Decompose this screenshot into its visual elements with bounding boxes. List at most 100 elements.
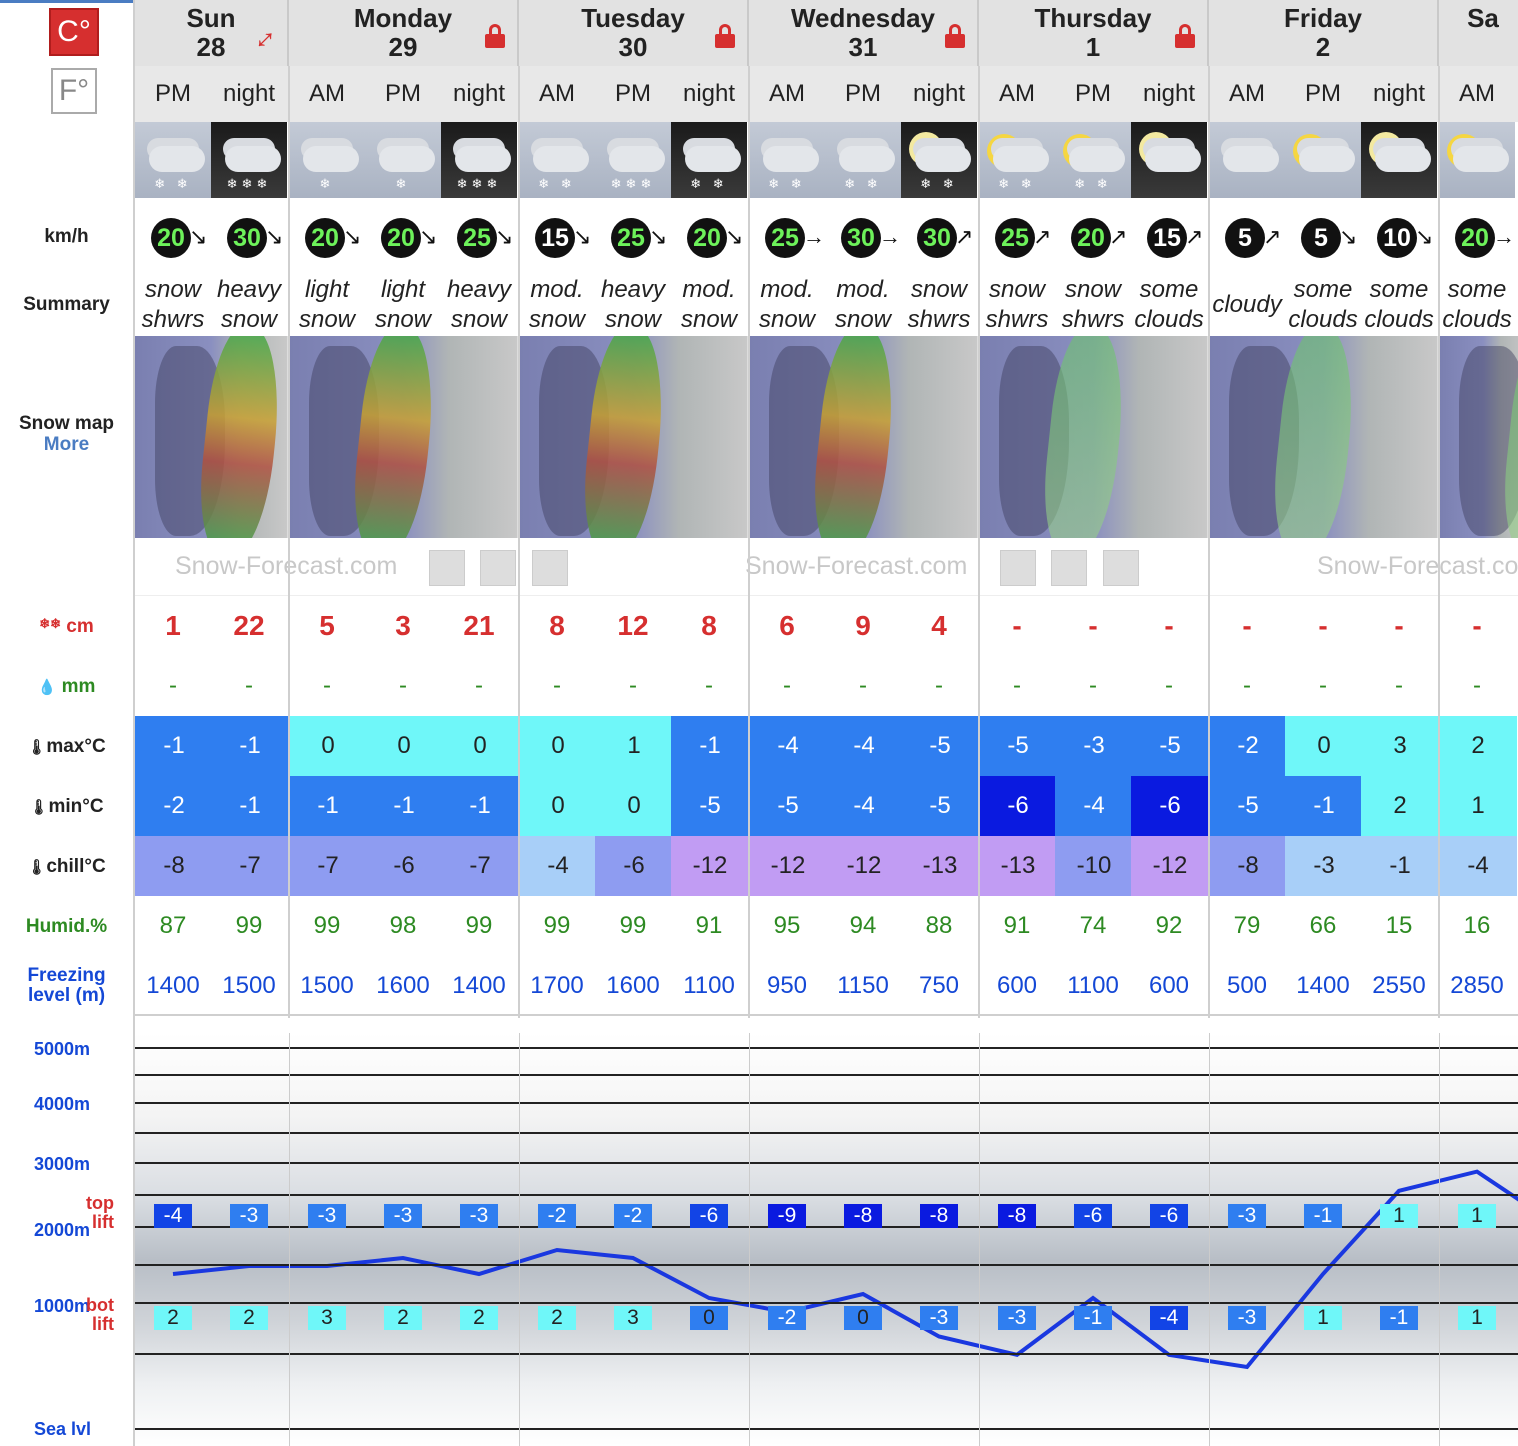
min-temp: -1 bbox=[365, 776, 443, 836]
snow-map-image[interactable] bbox=[749, 336, 979, 538]
bot-lift-word1: bot bbox=[86, 1295, 114, 1315]
max-temp: -3 bbox=[1055, 716, 1133, 776]
weather-icon: ❄ ❄ bbox=[671, 122, 747, 198]
day-separator bbox=[518, 66, 520, 1018]
weather-icon bbox=[1209, 122, 1285, 198]
humidity: 99 bbox=[465, 912, 493, 939]
period-label: AM bbox=[999, 80, 1035, 107]
period-label: night bbox=[1372, 80, 1426, 107]
wind-indicator: 15 ↘ bbox=[519, 218, 595, 258]
snow-amount: 1 bbox=[165, 610, 181, 641]
wind-speed: 20 bbox=[1071, 218, 1111, 258]
rain-amount: - bbox=[629, 672, 637, 699]
lock-icon[interactable] bbox=[485, 24, 505, 48]
top-lift-temp: -3 bbox=[308, 1204, 346, 1228]
day-header[interactable]: Thursday 1 bbox=[979, 0, 1209, 66]
freezing-level: 1100 bbox=[1067, 972, 1119, 999]
snow-map-image[interactable] bbox=[289, 336, 519, 538]
summary-cell: light snow bbox=[365, 274, 441, 336]
snow-map-row[interactable] bbox=[135, 336, 1518, 538]
chart-day-divider bbox=[979, 1033, 980, 1446]
bot-lift-word2: lift bbox=[92, 1314, 114, 1334]
weather-icon: ❄ bbox=[365, 122, 441, 198]
snow-amount: 8 bbox=[701, 610, 717, 641]
summary-cell: heavy snow bbox=[595, 274, 671, 336]
summary-line2: shwrs bbox=[1061, 306, 1125, 333]
top-lift-temp: -4 bbox=[154, 1204, 192, 1228]
lock-icon[interactable] bbox=[945, 24, 965, 48]
top-lift-temp: -2 bbox=[538, 1204, 576, 1228]
cloud-icon bbox=[839, 146, 895, 172]
top-lift-temp: -3 bbox=[384, 1204, 422, 1228]
snow-map-image[interactable] bbox=[1209, 336, 1439, 538]
rain-amount: - bbox=[859, 672, 867, 699]
summary-line1: heavy bbox=[446, 276, 512, 303]
snow-map-image[interactable] bbox=[1439, 336, 1518, 538]
chart-gridline bbox=[135, 1162, 1518, 1164]
cloud-icon bbox=[915, 146, 971, 172]
top-lift-temp: -9 bbox=[768, 1204, 806, 1228]
celsius-toggle[interactable]: C° bbox=[49, 8, 99, 56]
wind-direction-arrow-icon: ↘ bbox=[649, 224, 668, 249]
freezing-level: 750 bbox=[918, 972, 960, 999]
day-header[interactable]: Sa bbox=[1439, 0, 1518, 66]
lock-body bbox=[945, 34, 965, 48]
more-link[interactable]: More bbox=[0, 434, 133, 455]
weather-icon: ❄ ❄ bbox=[519, 122, 595, 198]
chill-temp: -12 bbox=[749, 836, 827, 896]
wind-direction-arrow-icon: ↘ bbox=[343, 224, 362, 249]
lock-icon[interactable] bbox=[715, 24, 735, 48]
snow-map-image[interactable] bbox=[135, 336, 289, 538]
max-temp: 0 bbox=[365, 716, 443, 776]
day-header[interactable]: Wednesday 31 bbox=[749, 0, 979, 66]
snow-amount: 8 bbox=[549, 610, 565, 641]
weather-icon bbox=[1285, 122, 1361, 198]
arrow-map-icon[interactable] bbox=[480, 550, 516, 586]
wind-speed: 20 bbox=[1455, 218, 1495, 258]
summary-line1: some bbox=[1447, 276, 1507, 303]
min-temp: -4 bbox=[1055, 776, 1133, 836]
summary-line2: snow bbox=[374, 306, 432, 333]
snowflake-icon: ❄❄ bbox=[39, 616, 62, 631]
lock-icon[interactable] bbox=[1175, 24, 1195, 48]
top-lift-word2: lift bbox=[92, 1212, 114, 1232]
snowflake-icon: ❄ ❄ bbox=[538, 176, 576, 191]
freezing-level: 1150 bbox=[837, 972, 889, 999]
snowflake-map-icon[interactable] bbox=[1103, 550, 1139, 586]
weather-icon: ❄ ❄ bbox=[825, 122, 901, 198]
summary-line2: snow bbox=[758, 306, 816, 333]
snow-map-image[interactable] bbox=[519, 336, 749, 538]
day-header[interactable]: Friday 2 bbox=[1209, 0, 1439, 66]
max-temp: -1 bbox=[211, 716, 289, 776]
summary-cell: some clouds bbox=[1361, 274, 1437, 336]
freezing-level-label: Freezing level (m) bbox=[0, 966, 133, 1006]
day-header[interactable]: Monday 29 bbox=[289, 0, 519, 66]
day-date: 2 bbox=[1315, 32, 1331, 62]
day-separator bbox=[1438, 66, 1440, 1018]
wind-map-icon[interactable] bbox=[429, 550, 465, 586]
humidity-label: Humid.% bbox=[25, 916, 108, 937]
rain-amount: - bbox=[1395, 672, 1403, 699]
summary-line2: snow bbox=[528, 306, 586, 333]
wind-speed: 20 bbox=[151, 218, 191, 258]
snow-map-image[interactable] bbox=[979, 336, 1209, 538]
arrow-map-icon[interactable] bbox=[1051, 550, 1087, 586]
snowflake-map-icon[interactable] bbox=[532, 550, 568, 586]
freezing-label-line1: Freezing bbox=[27, 965, 106, 986]
day-name: Friday bbox=[1283, 3, 1363, 33]
summary-line1: mod. bbox=[682, 276, 736, 303]
day-header[interactable]: Tuesday 30 bbox=[519, 0, 749, 66]
day-separator bbox=[748, 66, 750, 1018]
chill-temp: -12 bbox=[1131, 836, 1209, 896]
period-label: night bbox=[222, 80, 276, 107]
fahrenheit-toggle[interactable]: F° bbox=[51, 68, 97, 114]
wind-map-icon[interactable] bbox=[1000, 550, 1036, 586]
weather-icon-row: ❄ ❄ ❄❄❄ ❄ ❄ ❄❄❄ ❄ ❄ ❄❄❄ ❄ ❄ ❄ ❄ ❄ ❄ ❄ ❄ ❄ ❄ ❄ ❄ bbox=[135, 122, 1518, 198]
chart-day-divider bbox=[519, 1033, 520, 1446]
wind-indicator: 10 ↘ bbox=[1361, 218, 1437, 258]
day-name: Monday bbox=[353, 3, 453, 33]
weather-icon bbox=[1361, 122, 1437, 198]
day-header[interactable]: Sun 28 ↔ bbox=[135, 0, 289, 66]
rain-amount: - bbox=[935, 672, 943, 699]
bot-lift-temp: 2 bbox=[538, 1306, 576, 1330]
